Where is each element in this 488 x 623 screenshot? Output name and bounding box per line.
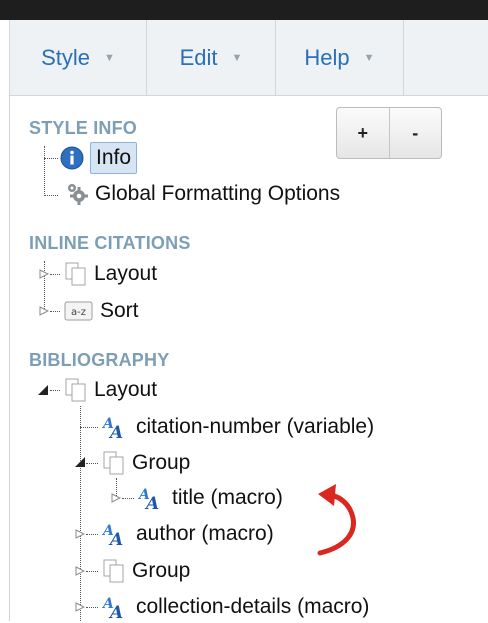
svg-text:a-z: a-z (71, 307, 86, 318)
svg-text:A: A (108, 603, 123, 620)
text-macro-icon: A A (102, 594, 130, 620)
tree-node-title-macro[interactable]: A A title (macro) (138, 482, 283, 514)
tree-node-collection-details-macro[interactable]: A A collection-details (macro) (102, 591, 369, 623)
tree-node-label: citation-number (variable) (136, 415, 375, 438)
text-variable-icon: A A (102, 414, 130, 440)
text-macro-icon: A A (138, 485, 166, 511)
tree-node-citation-number[interactable]: A A citation-number (variable) (102, 411, 374, 443)
info-icon (60, 146, 84, 170)
group-pages-icon (102, 558, 126, 584)
section-title-style-info: STYLE INFO (29, 118, 138, 138)
tree-node-label: author (macro) (136, 522, 274, 545)
window-top-bar (0, 0, 488, 20)
tree-node-citation-sort[interactable]: a-z Sort (64, 295, 139, 327)
tree-node-label: Group (132, 451, 191, 474)
curved-arrow-annotation-icon (317, 484, 356, 556)
text-macro-icon: A A (102, 521, 130, 547)
tree-node-label: Info (90, 142, 138, 174)
help-menu-label: Help (304, 45, 350, 70)
edit-menu[interactable]: Edit ▼ (147, 20, 276, 96)
help-menu[interactable]: Help ▼ (276, 20, 404, 96)
tree-node-label: collection-details (macro) (136, 595, 370, 618)
tree-node-info[interactable]: Info (60, 142, 138, 174)
collapse-toggle[interactable] (74, 456, 86, 468)
add-remove-button-group: + - (336, 107, 442, 159)
expand-toggle[interactable] (74, 601, 86, 613)
layout-pages-icon (64, 261, 88, 287)
add-node-button[interactable]: + (337, 108, 389, 158)
style-tree-panel: + - STYLE INFO Info Global Formatting Op… (9, 96, 488, 621)
group-pages-icon (102, 450, 126, 476)
expand-toggle[interactable] (74, 528, 86, 540)
sort-icon: a-z (64, 300, 94, 322)
expand-toggle[interactable] (38, 305, 50, 317)
menu-bar: Style ▼ Edit ▼ Help ▼ (9, 20, 488, 96)
svg-text:A: A (144, 494, 159, 511)
tree-node-label: title (macro) (172, 486, 283, 509)
section-title-inline-citations: INLINE CITATIONS (29, 233, 191, 253)
expand-toggle[interactable] (38, 268, 50, 280)
tree-node-group[interactable]: Group (102, 555, 190, 587)
tree-node-label: Global Formatting Options (95, 182, 341, 205)
tree-node-group[interactable]: Group (102, 447, 190, 479)
tree-node-bibliography-layout[interactable]: Layout (64, 374, 157, 406)
tree-node-label: Layout (94, 378, 158, 401)
svg-text:A: A (108, 530, 123, 547)
style-menu[interactable]: Style ▼ (10, 20, 147, 96)
section-title-bibliography: BIBLIOGRAPHY (29, 350, 170, 370)
edit-menu-label: Edit (179, 45, 218, 70)
remove-node-button[interactable]: - (388, 108, 442, 158)
tree-node-global-formatting[interactable]: Global Formatting Options (65, 178, 340, 210)
caret-down-icon: ▼ (104, 52, 115, 64)
tree-node-label: Sort (100, 299, 139, 322)
tree-node-label: Layout (94, 262, 158, 285)
caret-down-icon: ▼ (231, 52, 243, 64)
tree-node-label: Group (132, 559, 191, 582)
expand-toggle[interactable] (110, 492, 122, 504)
layout-pages-icon (64, 377, 88, 403)
expand-toggle[interactable] (74, 565, 86, 577)
tree-node-author-macro[interactable]: A A author (macro) (102, 518, 274, 550)
style-menu-label: Style (41, 45, 91, 70)
gear-icon (65, 182, 89, 206)
collapse-toggle[interactable] (37, 384, 49, 396)
svg-text:A: A (108, 423, 123, 440)
tree-node-citation-layout[interactable]: Layout (64, 258, 157, 290)
caret-down-icon: ▼ (363, 52, 375, 64)
